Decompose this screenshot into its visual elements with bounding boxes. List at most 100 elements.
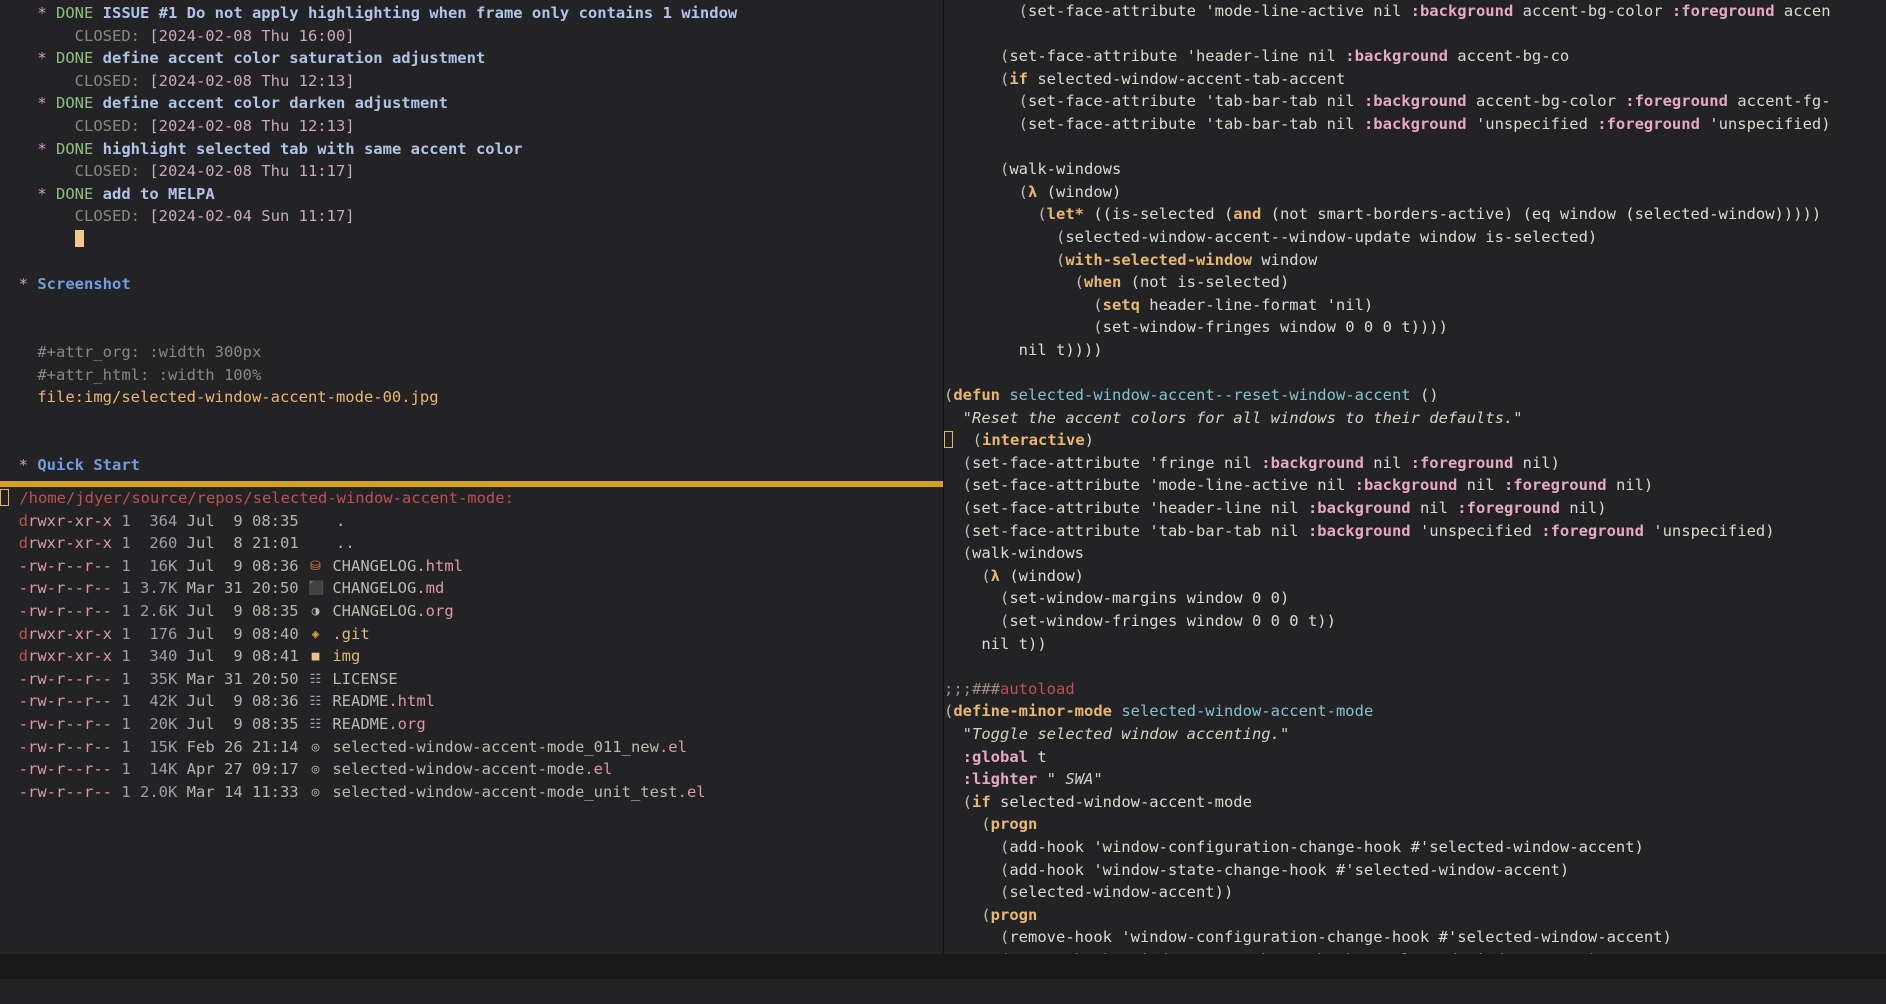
org-line: * DONE add to MELPA <box>0 183 943 206</box>
dired-link-count: 1 <box>112 692 140 711</box>
dired-row[interactable]: drwxr-xr-x 1 176 Jul 9 08:40 ◈ .git <box>0 623 943 646</box>
elisp-text: ( <box>944 386 954 405</box>
org-buffer-text[interactable]: * DONE ISSUE #1 Do not apply highlightin… <box>0 0 943 487</box>
elisp-text: ( <box>944 160 1010 179</box>
dired-date: Feb 26 21:14 <box>177 737 308 756</box>
sp <box>323 783 332 801</box>
elisp-text: nil t)) <box>944 634 1047 653</box>
dired-window[interactable]: /home/jdyer/source/repos/selected-window… <box>0 487 943 979</box>
sp <box>0 534 19 552</box>
sp <box>10 489 19 507</box>
elisp-text: ( <box>944 227 1066 246</box>
elisp-text: :background <box>1363 92 1467 111</box>
elisp-text: (window) <box>1037 182 1122 201</box>
dired-row[interactable]: -rw-r--r-- 1 14K Apr 27 09:17 ◎ selected… <box>0 758 943 781</box>
dired-row[interactable]: -rw-r--r-- 1 15K Feb 26 21:14 ◎ selected… <box>0 736 943 759</box>
elisp-window[interactable]: (set-face-attribute 'mode-line-active ni… <box>944 0 1886 955</box>
elisp-text: 'header-line nil <box>1149 499 1308 518</box>
elisp-text: 'tab-bar-tab nil <box>1149 521 1308 540</box>
elisp-text: :foreground <box>1541 521 1644 540</box>
dired-size: 15K <box>140 737 178 756</box>
elisp-text: progn <box>990 905 1038 924</box>
elisp-text: :background <box>1261 453 1364 472</box>
dired-permissions: rwxr-xr-x <box>28 534 113 553</box>
org-text: define accent color darken adjustment <box>102 94 448 113</box>
org-text: * <box>37 139 56 158</box>
sp <box>0 557 19 575</box>
org-text: ISSUE #1 Do not apply highlighting when … <box>102 4 738 22</box>
elisp-text: 'tab-bar-tab nil <box>1205 114 1364 133</box>
dired-row[interactable]: drwxr-xr-x 1 364 Jul 9 08:35 . <box>0 510 943 533</box>
elisp-text: ( <box>944 905 991 924</box>
dired-link-count: 1 <box>112 737 140 756</box>
elisp-text: set-face-attribute <box>972 521 1150 540</box>
dired-permissions: rwxr-xr-x <box>28 647 113 666</box>
elisp-text: 'mode-line-active nil <box>1149 476 1355 495</box>
elisp-buffer-text[interactable]: (set-face-attribute 'mode-line-active ni… <box>944 0 1886 955</box>
elisp-line: "Toggle selected window accenting." <box>944 723 1886 746</box>
dired-row[interactable]: -rw-r--r-- 1 3.7K Mar 31 20:50 ⬛ CHANGEL… <box>0 577 943 600</box>
emacs-frame: * DONE ISSUE #1 Do not apply highlightin… <box>0 0 1886 1004</box>
dired-row[interactable]: -rw-r--r-- 1 2.6K Jul 9 08:35 ◑ CHANGELO… <box>0 600 943 623</box>
elisp-line: (set-face-attribute 'header-line nil :ba… <box>944 45 1886 68</box>
elisp-text: ((is-selected ( <box>1083 205 1234 224</box>
elisp-line: (set-face-attribute 'mode-line-active ni… <box>944 474 1886 497</box>
elisp-line: (λ (window) <box>944 181 1886 204</box>
dired-modeline[interactable]: ~/source/repos/selected-window-accent-mo… <box>0 954 943 979</box>
sp <box>0 760 19 778</box>
dired-file-extension: .html <box>416 556 463 575</box>
text-cursor <box>0 489 9 506</box>
elisp-text: selected-window-accent-mode <box>990 792 1252 811</box>
elisp-text: :foreground <box>1503 476 1607 495</box>
elisp-text: selected-window-accent-tab-accent <box>1028 69 1346 88</box>
elisp-modeline[interactable]: ~/source/repos/selected-window-accent-mo… <box>943 954 1886 979</box>
dired-row[interactable]: -rw-r--r-- 1 20K Jul 9 08:35 ☷ README.or… <box>0 713 943 736</box>
dired-row[interactable]: -rw-r--r-- 1 2.0K Mar 14 11:33 ◎ selecte… <box>0 781 943 804</box>
elisp-text: set-face-attribute <box>1028 2 1206 20</box>
elisp-line: (walk-windows <box>944 158 1886 181</box>
dired-row[interactable]: -rw-r--r-- 1 35K Mar 31 20:50 ☷ LICENSE <box>0 668 943 691</box>
elisp-text: ( <box>944 589 1010 608</box>
org-line: * DONE highlight selected tab with same … <box>0 138 943 161</box>
dired-row[interactable]: -rw-r--r-- 1 16K Jul 9 08:36 ⛁ CHANGELOG… <box>0 555 943 578</box>
dired-buffer-text[interactable]: /home/jdyer/source/repos/selected-window… <box>0 487 943 979</box>
dired-filename: LICENSE <box>332 669 398 688</box>
org-line: CLOSED: [2024-02-08 Thu 11:17] <box>0 160 943 183</box>
org-icon: ◑ <box>311 603 320 619</box>
org-text: #+attr_html: :width 100% <box>37 365 262 384</box>
elisp-text: set-face-attribute <box>1009 47 1187 66</box>
dired-row[interactable]: drwxr-xr-x 1 340 Jul 9 08:41 ■ img <box>0 645 943 668</box>
elisp-line: nil t)) <box>944 633 1886 656</box>
elisp-text: ( <box>944 47 1010 66</box>
elisp-text: nil) <box>1513 453 1560 472</box>
org-text: [2024-02-08 Thu 16:00] <box>149 26 355 45</box>
elisp-text: t <box>1028 747 1047 766</box>
elisp-text: (not is-selected) <box>1121 273 1290 292</box>
org-line <box>0 431 943 454</box>
dired-row[interactable]: drwxr-xr-x 1 260 Jul 8 21:01 .. <box>0 532 943 555</box>
elisp-text: ( <box>944 883 1010 902</box>
dired-row[interactable]: -rw-r--r-- 1 42K Jul 9 08:36 ☷ README.ht… <box>0 690 943 713</box>
dired-link-count: 1 <box>112 556 140 575</box>
dired-size: 42K <box>140 692 178 711</box>
org-text: DONE <box>56 4 103 22</box>
elisp-line: (walk-windows <box>944 542 1886 565</box>
sp <box>0 512 19 530</box>
echo-area[interactable] <box>0 979 1886 1004</box>
dired-size: 14K <box>140 760 178 779</box>
org-line: * DONE ISSUE #1 Do not apply highlightin… <box>0 2 943 25</box>
org-readme-window[interactable]: * DONE ISSUE #1 Do not apply highlightin… <box>0 0 943 487</box>
elisp-line: ;;;###autoload <box>944 678 1886 701</box>
org-line: * Screenshot <box>0 273 943 296</box>
dired-file-extension: .el <box>584 760 613 779</box>
dired-date: Jul 9 08:35 <box>177 511 308 530</box>
sp <box>0 579 19 597</box>
sp <box>323 760 332 778</box>
elisp-text: set-face-attribute <box>972 476 1150 495</box>
